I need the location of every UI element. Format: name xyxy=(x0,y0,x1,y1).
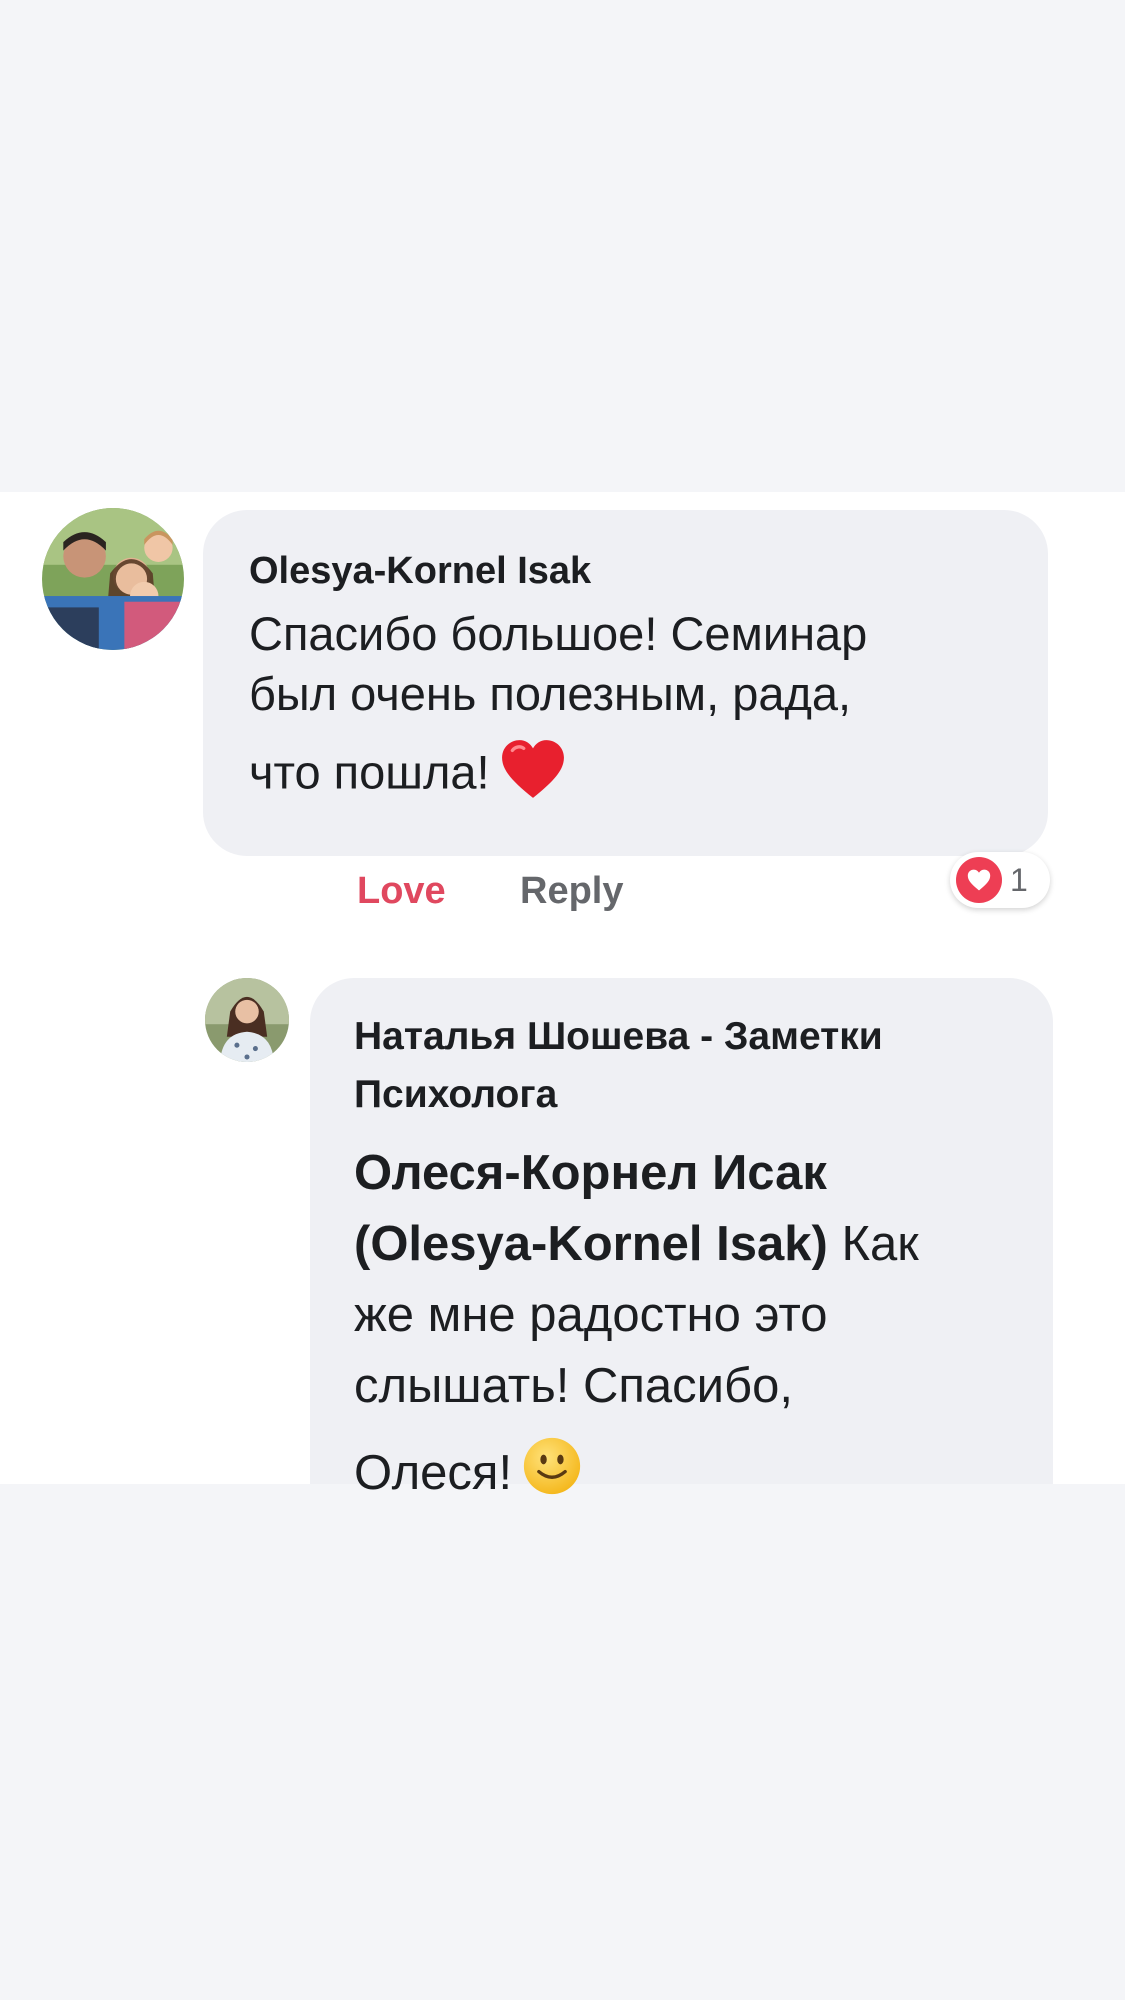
love-reaction-button[interactable]: Love xyxy=(357,866,446,916)
smiling-face-icon xyxy=(522,1436,582,1516)
reply-text-line: же мне радостно это xyxy=(354,1288,828,1342)
comment-author[interactable]: Olesya-Kornel Isak xyxy=(249,546,1008,596)
reply-text-line-end: Олеся! xyxy=(354,1445,513,1500)
reply-author-line: Психолога xyxy=(354,1073,558,1116)
comment-text-line: был очень полезным, рада, xyxy=(249,667,852,720)
commenter-avatar[interactable] xyxy=(42,508,184,650)
woman-photo-icon xyxy=(205,978,289,1062)
comment-text-line: Спасибо большое! Семинар xyxy=(249,607,868,660)
reply-author[interactable]: Наталья Шошева - Заметки Психолога xyxy=(354,1008,1013,1124)
reaction-badge[interactable]: 1 xyxy=(950,852,1050,908)
reply-text-line-last: Олеся! xyxy=(354,1436,1013,1516)
mention-link-continued[interactable]: (Olesya-Kornel Isak) xyxy=(354,1217,828,1271)
heart-reaction-icon xyxy=(956,857,1002,903)
reply-author-avatar[interactable] xyxy=(205,978,289,1062)
red-heart-icon xyxy=(500,738,566,814)
bottom-background xyxy=(0,1484,1125,2000)
comment-bubble: Olesya-Kornel Isak Спасибо большое! Семи… xyxy=(203,510,1048,856)
reply-text: Олеся-Корнел Исак (Olesya-Kornel Isak) К… xyxy=(354,1138,1013,1516)
reply-bubble: Наталья Шошева - Заметки Психолога Олеся… xyxy=(310,978,1053,1500)
reaction-count: 1 xyxy=(1010,861,1028,898)
reply-author-line: Наталья Шошева - Заметки xyxy=(354,1015,883,1058)
reply-text-line: (Olesya-Kornel Isak) Как xyxy=(354,1209,1013,1280)
comment-text: Спасибо большое! Семинар был очень полез… xyxy=(249,604,1008,814)
reply-text-line: слышать! Спасибо, xyxy=(354,1359,793,1413)
reply-text-fragment: Как xyxy=(827,1217,919,1271)
comment-text-line-last: что пошла! xyxy=(249,738,1008,814)
top-background xyxy=(0,0,1125,492)
comment-text-line-end: что пошла! xyxy=(249,745,490,799)
family-photo-icon xyxy=(42,508,184,650)
reply-button[interactable]: Reply xyxy=(520,866,623,916)
mention-link[interactable]: Олеся-Корнел Исак xyxy=(354,1138,1013,1209)
